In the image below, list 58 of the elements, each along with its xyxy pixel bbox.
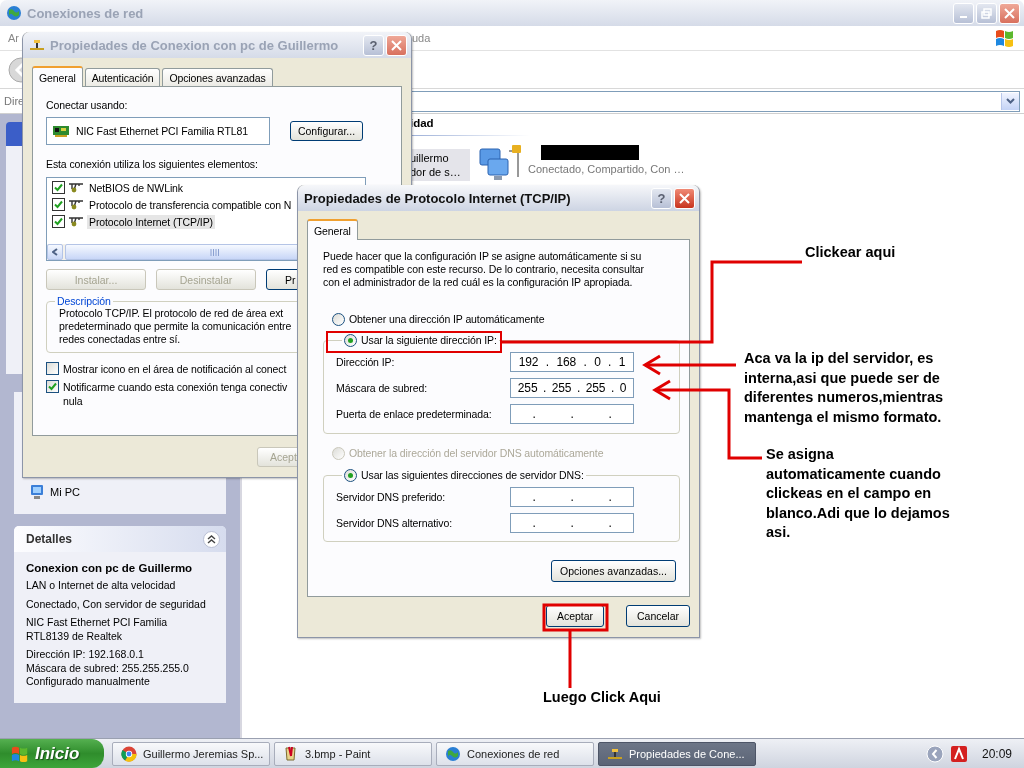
ip-field[interactable]: . . . [510, 404, 634, 424]
field-label: Máscara de subred: [336, 382, 428, 394]
window-title: Propiedades de Protocolo Internet (TCP/IP) [304, 190, 571, 206]
ok-button[interactable]: Aceptar [546, 605, 604, 627]
window-title: Conexiones de red [27, 5, 144, 21]
group-title: Descripción [56, 295, 112, 307]
field-label: Servidor DNS alternativo: [336, 517, 453, 529]
ip-field[interactable]: 192 . 168 . 0 . 1 [510, 352, 634, 372]
radio-label: Usar la siguiente dirección IP: [361, 334, 497, 346]
detail-text: Conectado, Con servidor de seguridad [26, 597, 207, 611]
detail-text: Dirección IP: 192.168.0.1 Máscara de subred: 255.255.255.0 Configurado manualmente [26, 648, 190, 689]
taskbar-button[interactable]: Conexiones de red [436, 741, 594, 766]
window-title: Propiedades de Conexion con pc de Guillermo [50, 37, 339, 53]
intro-text: Puede hacer que la configuración IP se asigne automáticamente si su red es compatible con este recurso. De lo contrario, necesita consultar con el administrador de la red cuál es la configuración IP apropiada. [323, 250, 645, 289]
annotation-text: Se asigna automaticamente cuando clickeas en el campo en blanco.Adi que lo dejamos asi. [766, 445, 950, 542]
radio-label: Usar las siguientes direcciones de servidor DNS: [361, 469, 584, 481]
help-button[interactable]: ? [651, 187, 672, 209]
connection-status: Conectado, Compartido, Con … [528, 163, 685, 175]
place-link[interactable]: Mi PC [50, 486, 80, 498]
description-text: Protocolo TCP/IP. El protocolo de red de área ext predeterminado que permite la comunicación entre redes conectadas entre sí. [59, 307, 292, 345]
cancel-button[interactable]: Cancelar [626, 605, 690, 627]
ip-field[interactable]: . . . [510, 487, 634, 507]
ip-field[interactable]: 255 . 255 . 255 . 0 [510, 378, 634, 398]
list-item[interactable]: Protocolo de transferencia compatible con N [87, 197, 294, 212]
taskbar-button[interactable]: 3.bmp - Paint [274, 741, 432, 766]
list-item[interactable]: NetBIOS de NWLink [87, 180, 185, 195]
detail-text: LAN o Internet de alta velocidad [26, 579, 177, 593]
start-button[interactable]: Inicio [0, 739, 104, 768]
checkbox-label: Mostrar icono en el área de notificación al conect [63, 362, 287, 376]
tab[interactable]: General [307, 219, 358, 240]
tab[interactable]: Opciones avanzadas [162, 68, 273, 86]
adapter-field: NIC Fast Ethernet PCI Familia RTL81 [46, 117, 270, 145]
help-button[interactable]: ? [363, 34, 384, 56]
field-label: Dirección IP: [336, 356, 396, 368]
section-label: Esta conexión utiliza los siguientes elementos: [46, 158, 259, 170]
checkbox-label: Notificarme cuando esta conexión tenga conectiv nula [63, 380, 288, 408]
list-item[interactable]: Protocolo Internet (TCP/IP) [87, 214, 215, 229]
tab[interactable]: General [32, 66, 83, 87]
connection-name: Conexion con pc de Guillermo [26, 562, 194, 574]
configure-button[interactable]: Configurar... [290, 121, 363, 141]
radio-label: Obtener una dirección IP automáticamente [349, 313, 545, 325]
detail-text: NIC Fast Ethernet PCI Familia RTL8139 de Realtek [26, 616, 169, 643]
annotation-text: Luego Click Aqui [543, 688, 661, 707]
section-label: Conectar usando: [46, 99, 129, 111]
panel-title: Detalles [26, 532, 73, 546]
taskbar-button[interactable]: Propiedades de Cone... [598, 741, 756, 766]
taskbar-button[interactable]: Guillermo Jeremias Sp... [112, 741, 270, 766]
menu-item[interactable]: uda [412, 32, 431, 44]
ip-field[interactable]: . . . [510, 513, 634, 533]
field-label: Puerta de enlace predeterminada: [336, 408, 493, 420]
field-label: Servidor DNS preferido: [336, 491, 447, 503]
annotation-text: Clickear aqui [805, 243, 896, 262]
advanced-button[interactable]: Opciones avanzadas... [551, 560, 676, 582]
annotation-text: Aca va la ip del servidor, es interna,asi que puede ser de diferentes numeros,mientras mantenga el mismo formato. [744, 349, 944, 427]
menu-item[interactable]: Ar [8, 32, 19, 44]
radio-label: Obtener la dirección del servidor DNS automáticamente [349, 447, 604, 459]
clock: 20:09 [981, 746, 1012, 761]
tab[interactable]: Autenticación [84, 68, 161, 86]
